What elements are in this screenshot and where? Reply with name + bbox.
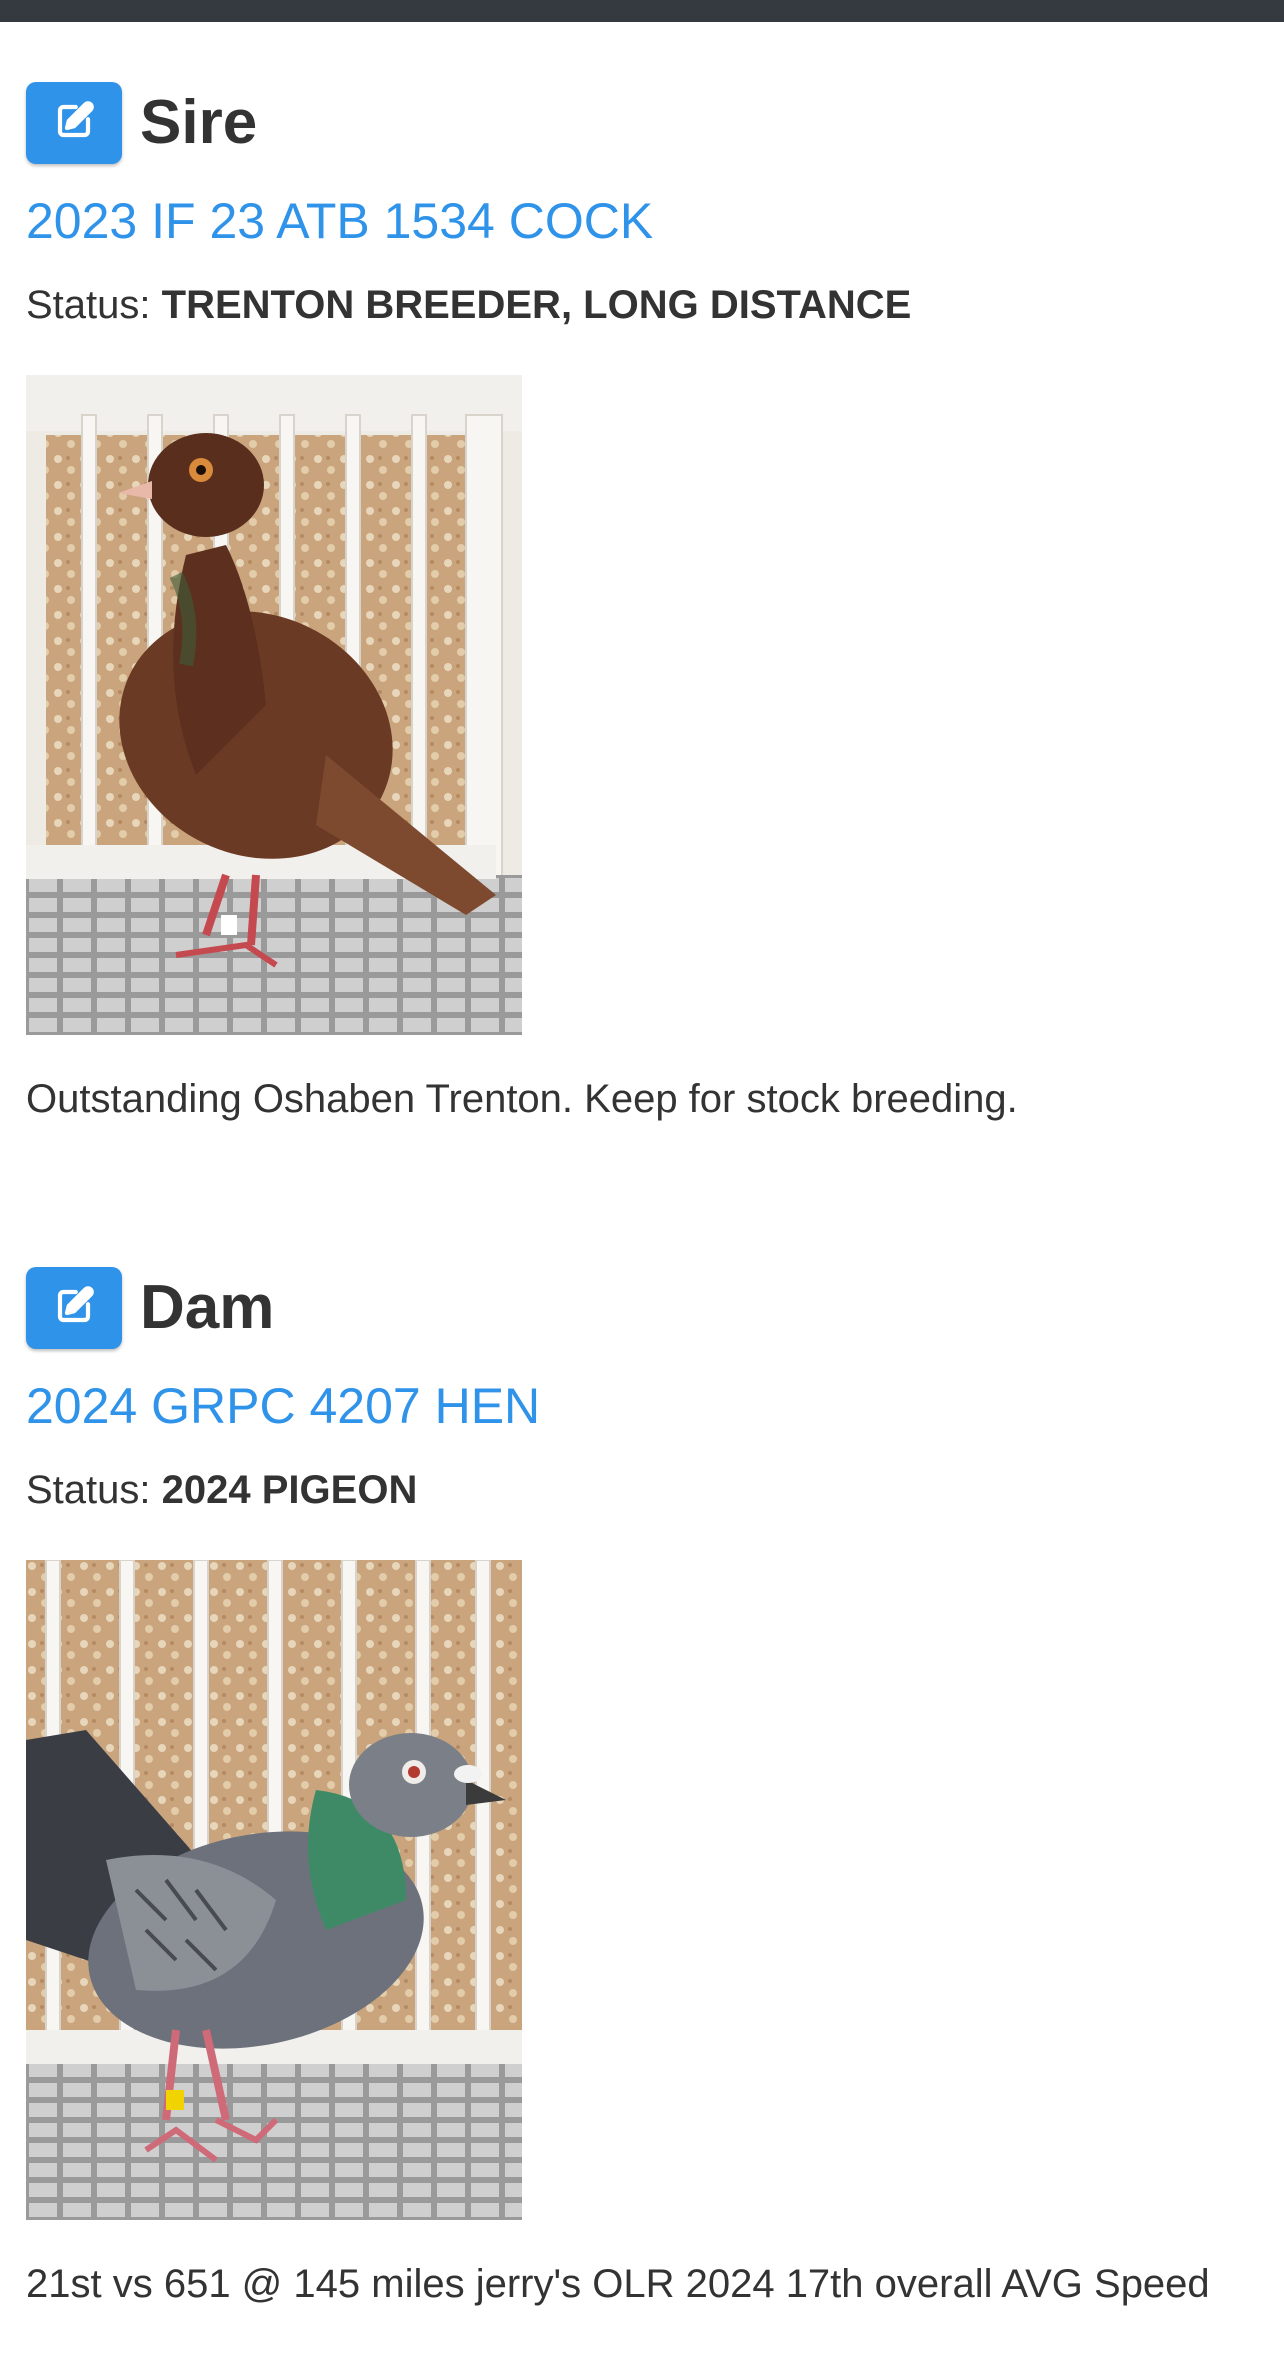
sire-header: Sire xyxy=(26,80,1284,166)
dam-band-link[interactable]: 2024 GRPC 4207 HEN xyxy=(26,1379,1284,1434)
dam-photo[interactable] xyxy=(26,1560,522,2220)
sire-status-value: TRENTON BREEDER, LONG DISTANCE xyxy=(161,283,912,327)
dam-status-label: Status: xyxy=(26,1468,151,1512)
sire-band-link[interactable]: 2023 IF 23 ATB 1534 COCK xyxy=(26,194,1284,249)
dam-note: 21st vs 651 @ 145 miles jerry's OLR 2024… xyxy=(26,2262,1210,2306)
edit-icon xyxy=(53,100,95,147)
sire-edit-button[interactable] xyxy=(26,82,122,164)
sire-note: Outstanding Oshaben Trenton. Keep for st… xyxy=(26,1077,1018,1121)
dam-header: Dam xyxy=(26,1265,1284,1351)
dam-section: Dam 2024 GRPC 4207 HEN Status: 2024 PIGE… xyxy=(26,1265,1284,2308)
sire-section: Sire 2023 IF 23 ATB 1534 COCK Status: TR… xyxy=(26,80,1284,1123)
dam-edit-button[interactable] xyxy=(26,1267,122,1349)
edit-icon xyxy=(53,1285,95,1332)
sire-status: Status: TRENTON BREEDER, LONG DISTANCE xyxy=(26,281,1284,329)
sire-status-label: Status: xyxy=(26,283,151,327)
sire-title: Sire xyxy=(140,88,258,157)
dam-status-value: 2024 PIGEON xyxy=(161,1468,418,1512)
dam-title: Dam xyxy=(140,1273,275,1342)
dam-status: Status: 2024 PIGEON xyxy=(26,1466,1284,1514)
sire-photo[interactable] xyxy=(26,375,522,1035)
top-bar xyxy=(0,0,1284,22)
